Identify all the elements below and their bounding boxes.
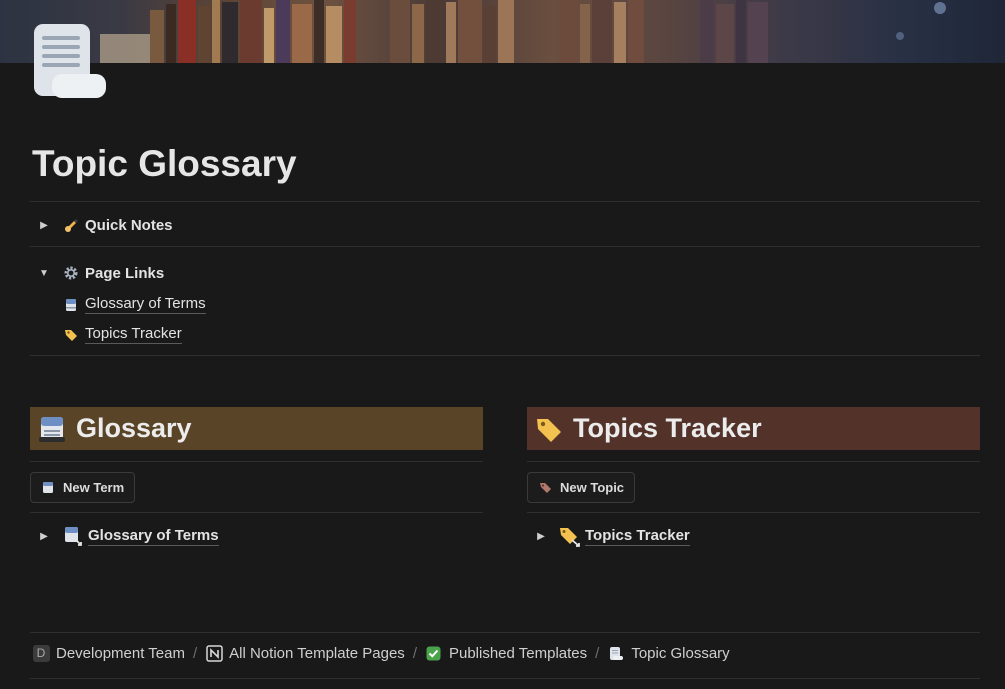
- breadcrumb-separator: /: [595, 644, 600, 662]
- label-tag-icon: [535, 415, 563, 443]
- breadcrumb-separator: /: [412, 644, 417, 662]
- linked-database-icon: [62, 525, 84, 547]
- label-tag-icon: [538, 481, 552, 495]
- topics-heading-text: Topics Tracker: [573, 413, 762, 443]
- page-link-label[interactable]: Topics Tracker: [85, 325, 182, 344]
- page-title[interactable]: Topic Glossary: [32, 143, 297, 185]
- new-term-label: New Term: [63, 480, 125, 495]
- cover-image[interactable]: [0, 0, 1005, 63]
- checkmark-box-icon: [425, 644, 443, 662]
- card-index-icon: [38, 415, 66, 443]
- quick-notes-toggle[interactable]: ▶ Quick Notes: [38, 216, 173, 234]
- bookshelf-illustration: [100, 0, 946, 63]
- divider: [30, 461, 483, 462]
- divider: [30, 201, 980, 202]
- writing-hand-icon: [62, 216, 80, 234]
- glossary-database-label[interactable]: Glossary of Terms: [88, 527, 219, 546]
- workspace-d-icon: D: [32, 644, 50, 662]
- page-links-toggle[interactable]: ▼ Page Links: [38, 264, 164, 282]
- breadcrumb-published-templates[interactable]: Published Templates: [425, 644, 587, 662]
- notion-logo-icon: [205, 644, 223, 662]
- gear-icon: [62, 264, 80, 282]
- breadcrumb-label[interactable]: Development Team: [56, 645, 185, 662]
- breadcrumb-all-notion-template-pages[interactable]: All Notion Template Pages: [205, 644, 405, 662]
- new-term-button[interactable]: New Term: [30, 472, 136, 503]
- topics-tracker-heading: Topics Tracker: [527, 407, 980, 450]
- triangle-right-icon[interactable]: ▶: [38, 219, 50, 231]
- divider: [30, 632, 980, 633]
- page-link-topics-tracker[interactable]: Topics Tracker: [62, 325, 182, 344]
- divider: [527, 461, 980, 462]
- breadcrumb-label[interactable]: Published Templates: [449, 645, 587, 662]
- breadcrumb-topic-glossary[interactable]: Topic Glossary: [607, 644, 730, 662]
- divider: [30, 246, 980, 247]
- divider: [30, 678, 980, 679]
- card-index-icon: [41, 481, 55, 495]
- page-link-label[interactable]: Glossary of Terms: [85, 295, 206, 314]
- topics-tracker-toggle[interactable]: ▶ Topics Tracker: [535, 525, 690, 547]
- workspace-initial: D: [32, 644, 50, 662]
- divider: [30, 355, 980, 356]
- glossary-heading: Glossary: [30, 407, 483, 450]
- page-link-glossary-of-terms[interactable]: Glossary of Terms: [62, 295, 206, 314]
- quick-notes-label: Quick Notes: [85, 216, 173, 234]
- breadcrumb: D Development Team / All Notion Template…: [32, 644, 730, 662]
- linked-database-icon: [559, 525, 581, 547]
- label-tag-icon: [62, 326, 80, 344]
- triangle-right-icon[interactable]: ▶: [38, 530, 50, 542]
- breadcrumb-label[interactable]: All Notion Template Pages: [229, 645, 405, 662]
- page-links-label: Page Links: [85, 264, 165, 282]
- triangle-right-icon[interactable]: ▶: [535, 530, 547, 542]
- breadcrumb-development-team[interactable]: D Development Team: [32, 644, 185, 662]
- glossary-of-terms-toggle[interactable]: ▶ Glossary of Terms: [38, 525, 219, 547]
- triangle-down-icon[interactable]: ▼: [38, 267, 50, 279]
- glossary-heading-text: Glossary: [76, 413, 192, 443]
- page-scroll-icon[interactable]: [32, 22, 108, 100]
- breadcrumb-separator: /: [192, 644, 198, 662]
- new-topic-button[interactable]: New Topic: [527, 472, 636, 503]
- card-index-icon: [62, 296, 80, 314]
- new-topic-label: New Topic: [560, 480, 625, 495]
- scroll-icon: [607, 644, 625, 662]
- topics-database-label[interactable]: Topics Tracker: [585, 527, 690, 546]
- divider: [527, 512, 980, 513]
- breadcrumb-label[interactable]: Topic Glossary: [631, 645, 729, 662]
- divider: [30, 512, 483, 513]
